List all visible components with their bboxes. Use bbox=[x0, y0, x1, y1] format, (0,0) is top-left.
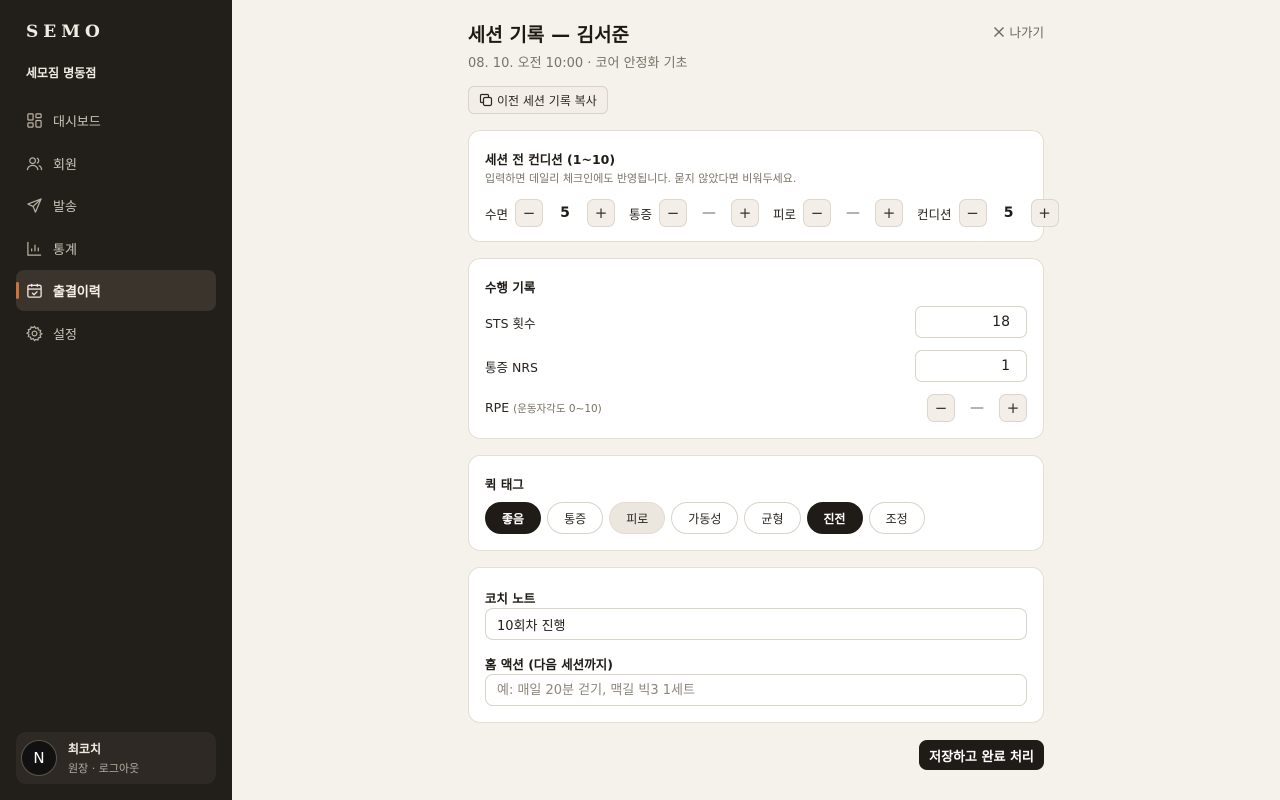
quick-tags-card: 퀵 태그 좋음 통증 피로 가동성 균형 진전 조정 bbox=[468, 455, 1044, 551]
chart-icon bbox=[27, 241, 42, 256]
rpe-hint: (운동자각도 0~10) bbox=[513, 403, 602, 415]
stepper-value: 5 bbox=[1003, 205, 1014, 221]
tag-chip[interactable]: 가동성 bbox=[671, 502, 739, 534]
sidebar-item-label: 설정 bbox=[53, 327, 77, 343]
sts-row: STS 횟수 bbox=[485, 306, 1027, 338]
decrement-button[interactable]: − bbox=[515, 199, 544, 227]
performance-title: 수행 기록 bbox=[485, 280, 536, 295]
condition-card: 세션 전 컨디션 (1~10) 입력하면 데일리 체크인에도 반영됩니다. 묻지… bbox=[468, 130, 1059, 242]
rpe-label: RPE bbox=[485, 400, 510, 415]
pain-stepper: 통증 − — + bbox=[629, 199, 760, 227]
stepper-label: 피로 bbox=[773, 206, 797, 222]
increment-button[interactable]: + bbox=[587, 199, 616, 227]
sleep-stepper: 수면 − 5 + bbox=[485, 199, 616, 227]
profile-name: 최코치 bbox=[68, 742, 102, 756]
notes-card: 코치 노트 홈 액션 (다음 세션까지) bbox=[468, 567, 1044, 723]
profile-role-logout[interactable]: 원장 · 로그아웃 bbox=[68, 760, 139, 776]
sidebar-item-members[interactable]: 회원 bbox=[16, 143, 216, 184]
rpe-stepper: − — + bbox=[927, 394, 1027, 422]
stepper-value: — bbox=[846, 205, 861, 221]
session-subtitle: 08. 10. 오전 10:00 · 코어 안정화 기초 bbox=[468, 56, 688, 71]
decrement-button[interactable]: − bbox=[958, 199, 987, 227]
stepper-label: 컨디션 bbox=[917, 206, 952, 222]
nrs-input[interactable] bbox=[915, 350, 1027, 382]
sidebar-item-attendance[interactable]: 출결이력 bbox=[16, 270, 216, 311]
tag-chip[interactable]: 진전 bbox=[806, 502, 863, 534]
brand-logo: SEMO bbox=[26, 22, 105, 42]
nrs-label: 통증 NRS bbox=[485, 359, 538, 375]
stepper-label: 수면 bbox=[485, 206, 509, 222]
copy-previous-button[interactable]: 이전 세션 기록 복사 bbox=[468, 86, 608, 114]
performance-card: 수행 기록 STS 횟수 통증 NRS RPE (운동자각도 0~10) − —… bbox=[468, 258, 1044, 439]
avatar: N bbox=[21, 740, 57, 776]
sidebar-item-label: 출결이력 bbox=[53, 285, 101, 300]
copy-label: 이전 세션 기록 복사 bbox=[497, 93, 597, 108]
increment-button[interactable]: + bbox=[731, 199, 760, 227]
tag-chip[interactable]: 좋음 bbox=[485, 502, 542, 534]
gym-name: 세모짐 명동점 bbox=[26, 66, 97, 80]
rpe-label-group: RPE (운동자각도 0~10) bbox=[485, 400, 602, 416]
stepper-value: — bbox=[702, 205, 717, 221]
gear-icon bbox=[26, 324, 43, 342]
calendar-check-icon bbox=[27, 283, 42, 298]
stepper-value: — bbox=[970, 400, 984, 416]
sidebar-item-label: 회원 bbox=[53, 157, 77, 173]
sts-input[interactable] bbox=[915, 306, 1027, 338]
rpe-row: RPE (운동자각도 0~10) − — + bbox=[485, 392, 1027, 424]
condition-steppers: 수면 − 5 + 통증 − — + 피로 − — + 컨디션 − 5 + bbox=[485, 199, 1059, 227]
save-complete-button[interactable]: 저장하고 완료 처리 bbox=[919, 740, 1044, 770]
sidebar-item-settings[interactable]: 설정 bbox=[16, 313, 216, 354]
sts-label: STS 횟수 bbox=[485, 315, 536, 331]
exit-label: 나가기 bbox=[1009, 25, 1044, 40]
tag-chip[interactable]: 통증 bbox=[547, 502, 604, 534]
coach-note-input[interactable] bbox=[485, 608, 1027, 640]
tags-title: 퀵 태그 bbox=[485, 477, 524, 492]
tag-chip[interactable]: 균형 bbox=[744, 502, 801, 534]
decrement-button[interactable]: − bbox=[803, 199, 832, 227]
user-profile[interactable]: N 최코치 원장 · 로그아웃 bbox=[16, 732, 216, 784]
users-icon bbox=[26, 156, 43, 170]
tag-chip[interactable]: 조정 bbox=[868, 502, 925, 534]
sidebar-item-label: 발송 bbox=[53, 200, 77, 215]
sidebar-item-send[interactable]: 발송 bbox=[16, 185, 216, 226]
copy-icon bbox=[479, 93, 493, 107]
decrement-button[interactable]: − bbox=[659, 199, 688, 227]
page-title: 세션 기록 — 김서준 bbox=[468, 24, 630, 46]
stepper-value: 5 bbox=[560, 205, 570, 221]
condition-desc: 입력하면 데일리 체크인에도 반영됩니다. 묻지 않았다면 비워두세요. bbox=[485, 172, 797, 185]
sidebar: SEMO 세모짐 명동점 대시보드 회원 발송 통계 출결이력 설정 N 최코치… bbox=[0, 0, 232, 800]
coach-note-label: 코치 노트 bbox=[485, 591, 536, 606]
stepper-label: 통증 bbox=[629, 206, 653, 222]
increment-button[interactable]: + bbox=[1030, 199, 1059, 227]
sidebar-item-label: 통계 bbox=[53, 242, 77, 258]
condition-stepper: 컨디션 − 5 + bbox=[917, 199, 1059, 227]
sidebar-item-label: 대시보드 bbox=[53, 115, 101, 130]
close-icon bbox=[994, 26, 1005, 37]
tag-chip[interactable]: 피로 bbox=[609, 502, 666, 534]
sidebar-item-stats[interactable]: 통계 bbox=[16, 228, 216, 269]
increment-button[interactable]: + bbox=[875, 199, 904, 227]
nrs-row: 통증 NRS bbox=[485, 350, 1027, 382]
home-action-input[interactable] bbox=[485, 674, 1027, 706]
fatigue-stepper: 피로 − — + bbox=[773, 199, 904, 227]
condition-title: 세션 전 컨디션 (1~10) bbox=[485, 152, 616, 167]
home-action-label: 홈 액션 (다음 세션까지) bbox=[485, 657, 613, 672]
exit-button[interactable]: 나가기 bbox=[993, 22, 1044, 41]
sidebar-item-dashboard[interactable]: 대시보드 bbox=[16, 100, 216, 141]
increment-button[interactable]: + bbox=[999, 394, 1027, 422]
dashboard-icon bbox=[27, 113, 42, 128]
send-icon bbox=[27, 198, 42, 213]
tag-list: 좋음 통증 피로 가동성 균형 진전 조정 bbox=[485, 502, 925, 534]
decrement-button[interactable]: − bbox=[927, 394, 955, 422]
sidebar-nav: 대시보드 회원 발송 통계 출결이력 설정 bbox=[16, 100, 216, 355]
